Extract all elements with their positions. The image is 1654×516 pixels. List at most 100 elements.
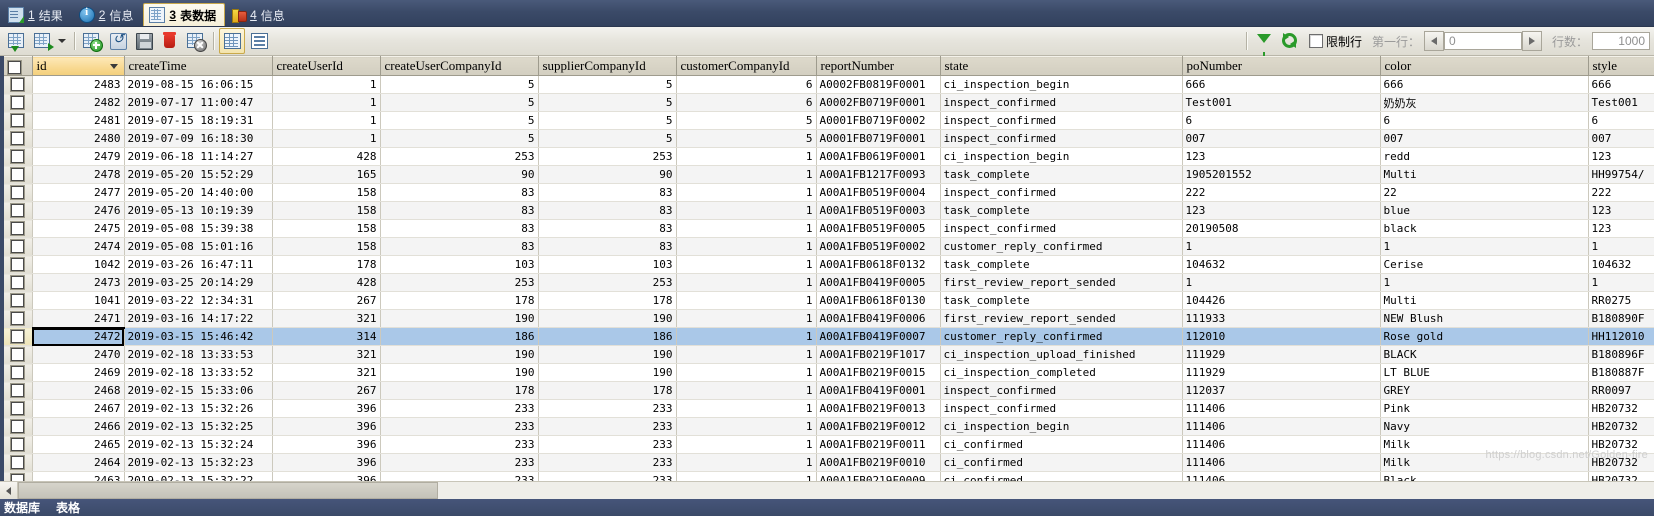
first-row-input[interactable]: 0: [1443, 32, 1522, 50]
cell-createUserCompanyId[interactable]: 5: [380, 75, 539, 94]
scroll-thumb[interactable]: [18, 482, 438, 499]
row-checkbox[interactable]: [11, 114, 25, 128]
cell-supplierCompanyId[interactable]: 190: [538, 363, 677, 382]
cell-supplierCompanyId[interactable]: 233: [538, 399, 677, 418]
row-checkbox[interactable]: [11, 330, 25, 344]
cell-createUserCompanyId[interactable]: 186: [380, 327, 539, 346]
table-row[interactable]: 2473 2019-03-25 20:14:29 428 253 253 1 A00A1FB…: [4, 273, 1654, 292]
row-select-cell[interactable]: [4, 75, 33, 94]
cell-state[interactable]: inspect_confirmed: [940, 219, 1183, 238]
cell-supplierCompanyId[interactable]: 253: [538, 147, 677, 166]
row-select-cell[interactable]: [4, 399, 33, 418]
cell-createUserCompanyId[interactable]: 83: [380, 183, 539, 202]
cell-supplierCompanyId[interactable]: 233: [538, 471, 677, 481]
cell-createTime[interactable]: 2019-05-20 15:52:29: [124, 165, 273, 184]
cell-id[interactable]: 2472: [32, 327, 125, 346]
cell-state[interactable]: inspect_confirmed: [940, 111, 1183, 130]
cell-supplierCompanyId[interactable]: 233: [538, 417, 677, 436]
cell-supplierCompanyId[interactable]: 253: [538, 273, 677, 292]
cell-supplierCompanyId[interactable]: 233: [538, 435, 677, 454]
cell-createTime[interactable]: 2019-02-15 15:33:06: [124, 381, 273, 400]
limit-rows-control[interactable]: 限制行: [1308, 33, 1362, 50]
row-select-cell[interactable]: [4, 309, 33, 328]
cell-reportNumber[interactable]: A0001FB0719F0001: [816, 129, 941, 148]
cell-id[interactable]: 2463: [32, 471, 125, 481]
cell-id[interactable]: 2468: [32, 381, 125, 400]
cell-poNumber[interactable]: 20190508: [1182, 219, 1381, 238]
cell-id[interactable]: 2477: [32, 183, 125, 202]
cell-supplierCompanyId[interactable]: 83: [538, 183, 677, 202]
cell-poNumber[interactable]: 111406: [1182, 453, 1381, 472]
tab-results[interactable]: 1 结果: [2, 3, 72, 26]
table-row[interactable]: 2479 2019-06-18 11:14:27 428 253 253 1 A00A1FB…: [4, 147, 1654, 166]
row-select-cell[interactable]: [4, 381, 33, 400]
cell-poNumber[interactable]: Test001: [1182, 93, 1381, 112]
cell-style[interactable]: 123: [1588, 201, 1654, 220]
cell-createUserId[interactable]: 321: [272, 363, 381, 382]
data-grid-scroll[interactable]: id createTime createUserId createUserCompan…: [4, 56, 1654, 481]
column-header-color[interactable]: color: [1380, 56, 1589, 76]
cell-supplierCompanyId[interactable]: 5: [538, 111, 677, 130]
cell-reportNumber[interactable]: A0002FB0719F0001: [816, 93, 941, 112]
cell-poNumber[interactable]: 1: [1182, 273, 1381, 292]
cell-color[interactable]: NEW Blush: [1380, 309, 1589, 328]
table-row[interactable]: 2467 2019-02-13 15:32:26 396 233 233 1 A00A1FB…: [4, 399, 1654, 418]
cell-poNumber[interactable]: 222: [1182, 183, 1381, 202]
row-select-cell[interactable]: [4, 93, 33, 112]
cell-customerCompanyId[interactable]: 1: [676, 201, 817, 220]
cell-color[interactable]: Black: [1380, 471, 1589, 481]
row-checkbox[interactable]: [11, 348, 25, 362]
cell-createUserCompanyId[interactable]: 83: [380, 237, 539, 256]
row-checkbox[interactable]: [11, 186, 25, 200]
cell-state[interactable]: ci_confirmed: [940, 471, 1183, 481]
save-record-button[interactable]: [132, 29, 156, 53]
cell-createUserId[interactable]: 1: [272, 111, 381, 130]
cell-createUserCompanyId[interactable]: 233: [380, 417, 539, 436]
table-row[interactable]: 2475 2019-05-08 15:39:38 158 83 83 1 A00A1FB05…: [4, 219, 1654, 238]
row-select-cell[interactable]: [4, 453, 33, 472]
cell-createTime[interactable]: 2019-05-20 14:40:00: [124, 183, 273, 202]
row-select-cell[interactable]: [4, 147, 33, 166]
cell-id[interactable]: 2465: [32, 435, 125, 454]
cell-style[interactable]: HB20732: [1588, 453, 1654, 472]
row-checkbox[interactable]: [11, 456, 25, 470]
cell-createTime[interactable]: 2019-08-15 16:06:15: [124, 75, 273, 94]
cell-style[interactable]: 007: [1588, 129, 1654, 148]
cell-state[interactable]: ci_confirmed: [940, 453, 1183, 472]
table-row[interactable]: 2471 2019-03-16 14:17:22 321 190 190 1 A00A1FB…: [4, 309, 1654, 329]
cell-createTime[interactable]: 2019-07-15 18:19:31: [124, 111, 273, 130]
row-count-input[interactable]: 1000: [1592, 32, 1650, 50]
cell-poNumber[interactable]: 112010: [1182, 327, 1381, 346]
cell-customerCompanyId[interactable]: 1: [676, 345, 817, 364]
cell-style[interactable]: 666: [1588, 75, 1654, 94]
cell-color[interactable]: LT BLUE: [1380, 363, 1589, 382]
cell-state[interactable]: customer_reply_confirmed: [940, 327, 1183, 346]
cell-createUserCompanyId[interactable]: 233: [380, 471, 539, 481]
cell-createUserId[interactable]: 428: [272, 147, 381, 166]
cell-reportNumber[interactable]: A00A1FB1217F0093: [816, 165, 941, 184]
column-header-state[interactable]: state: [940, 56, 1183, 76]
cell-createUserCompanyId[interactable]: 5: [380, 111, 539, 130]
cell-color[interactable]: Rose gold: [1380, 327, 1589, 346]
cell-state[interactable]: first_review_report_sended: [940, 309, 1183, 328]
cell-poNumber[interactable]: 111933: [1182, 309, 1381, 328]
cell-state[interactable]: ci_confirmed: [940, 435, 1183, 454]
cell-poNumber[interactable]: 111406: [1182, 417, 1381, 436]
cell-color[interactable]: 22: [1380, 183, 1589, 202]
export-grid-button[interactable]: [31, 29, 55, 53]
cell-reportNumber[interactable]: A00A1FB0519F0004: [816, 183, 941, 202]
cell-createUserId[interactable]: 1: [272, 75, 381, 94]
cell-createUserId[interactable]: 396: [272, 471, 381, 481]
row-select-cell[interactable]: [4, 201, 33, 220]
column-header-poNumber[interactable]: poNumber: [1182, 56, 1381, 76]
cell-reportNumber[interactable]: A00A1FB0618F0132: [816, 255, 941, 274]
cell-poNumber[interactable]: 104632: [1182, 255, 1381, 274]
cell-supplierCompanyId[interactable]: 90: [538, 165, 677, 184]
cell-customerCompanyId[interactable]: 1: [676, 183, 817, 202]
scroll-left-button[interactable]: [0, 482, 18, 499]
cell-createUserCompanyId[interactable]: 5: [380, 129, 539, 148]
cancel-edit-button[interactable]: [184, 29, 208, 53]
cell-supplierCompanyId[interactable]: 83: [538, 219, 677, 238]
cell-createTime[interactable]: 2019-03-26 16:47:11: [124, 255, 273, 274]
cell-createUserId[interactable]: 178: [272, 255, 381, 274]
